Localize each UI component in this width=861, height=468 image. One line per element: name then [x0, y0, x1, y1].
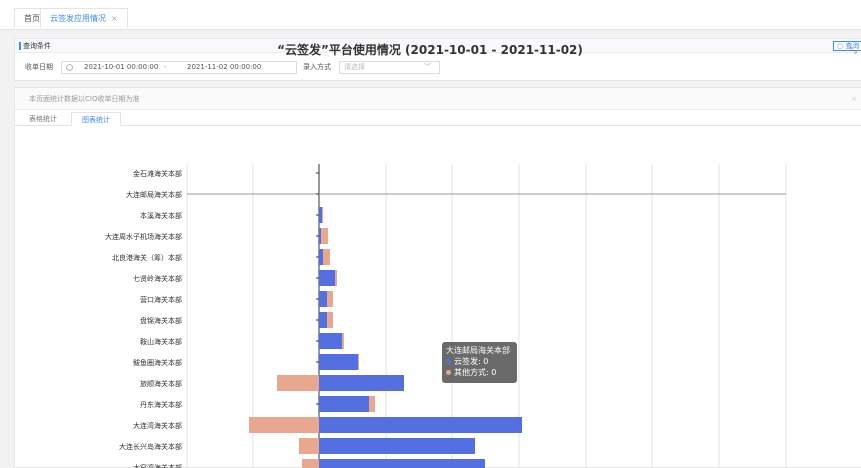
- bar-cloud: [319, 396, 369, 412]
- y-tick-label: 鲅鱼圈海关本部: [133, 358, 182, 367]
- bar-cloud: [319, 375, 404, 391]
- y-tick-label: 大连湾海关本部: [133, 421, 182, 430]
- other-series-dot: [446, 370, 451, 375]
- bar-cloud: [319, 207, 322, 223]
- bar-other: [249, 417, 319, 433]
- cloud-series-dot: [446, 359, 451, 364]
- bar-other: [321, 228, 328, 244]
- bar-other: [299, 438, 319, 454]
- bar-other: [323, 249, 330, 265]
- y-tick-label: 北良港海关（筹）本部: [112, 253, 182, 262]
- tooltip-title: 大连邮局海关本部: [446, 346, 510, 355]
- chart-tooltip: 大连邮局海关本部 云签发: 0 其他方式: 0: [442, 342, 517, 383]
- app-root: 首页 云签发应用情况 × 查询条件 ○ 查询 收单日期 2021-10-01 00…: [0, 0, 861, 468]
- tooltip-line-cloud: 云签发: 0: [454, 357, 489, 366]
- bar-chart: 金石滩海关本部大连邮局海关本部本溪海关本部大连周水子机场海关本部北良港海关（筹）…: [105, 164, 787, 468]
- bar-cloud: [319, 459, 485, 468]
- bar-other: [335, 270, 337, 286]
- bar-cloud: [319, 333, 342, 349]
- y-tick-label: 旅顺海关本部: [140, 379, 182, 388]
- bar-cloud: [319, 228, 321, 244]
- y-tick-label: 大连周水子机场海关本部: [105, 232, 182, 241]
- y-tick-label: 盘锦海关本部: [140, 316, 182, 325]
- y-tick-label: 丹东海关本部: [140, 400, 182, 409]
- bar-cloud: [319, 270, 335, 286]
- bar-other: [358, 354, 359, 370]
- y-tick-label: 七贤岭海关本部: [133, 274, 182, 283]
- y-tick-label: 大连邮局海关本部: [126, 190, 182, 199]
- y-tick-label: 鞍山海关本部: [140, 337, 182, 346]
- bar-other: [327, 291, 333, 307]
- y-tick-label: 营口海关本部: [140, 295, 182, 304]
- bar-other: [342, 333, 344, 349]
- y-tick-label: 大连长兴岛海关本部: [119, 442, 182, 451]
- bar-cloud: [319, 438, 475, 454]
- bar-cloud: [319, 291, 327, 307]
- bar-other: [277, 375, 319, 391]
- tooltip-line-other: 其他方式: 0: [454, 368, 497, 377]
- y-tick-label: 金石滩海关本部: [133, 169, 182, 178]
- bar-other: [327, 312, 333, 328]
- y-tick-label: 大窑湾海关本部: [133, 463, 182, 468]
- y-tick-label: 本溪海关本部: [140, 211, 182, 220]
- bar-other: [322, 207, 323, 223]
- bar-cloud: [319, 354, 358, 370]
- bar-cloud: [319, 417, 522, 433]
- bar-cloud: [319, 312, 327, 328]
- bar-other: [302, 459, 319, 468]
- bar-cloud: [319, 249, 323, 265]
- bar-other: [369, 396, 375, 412]
